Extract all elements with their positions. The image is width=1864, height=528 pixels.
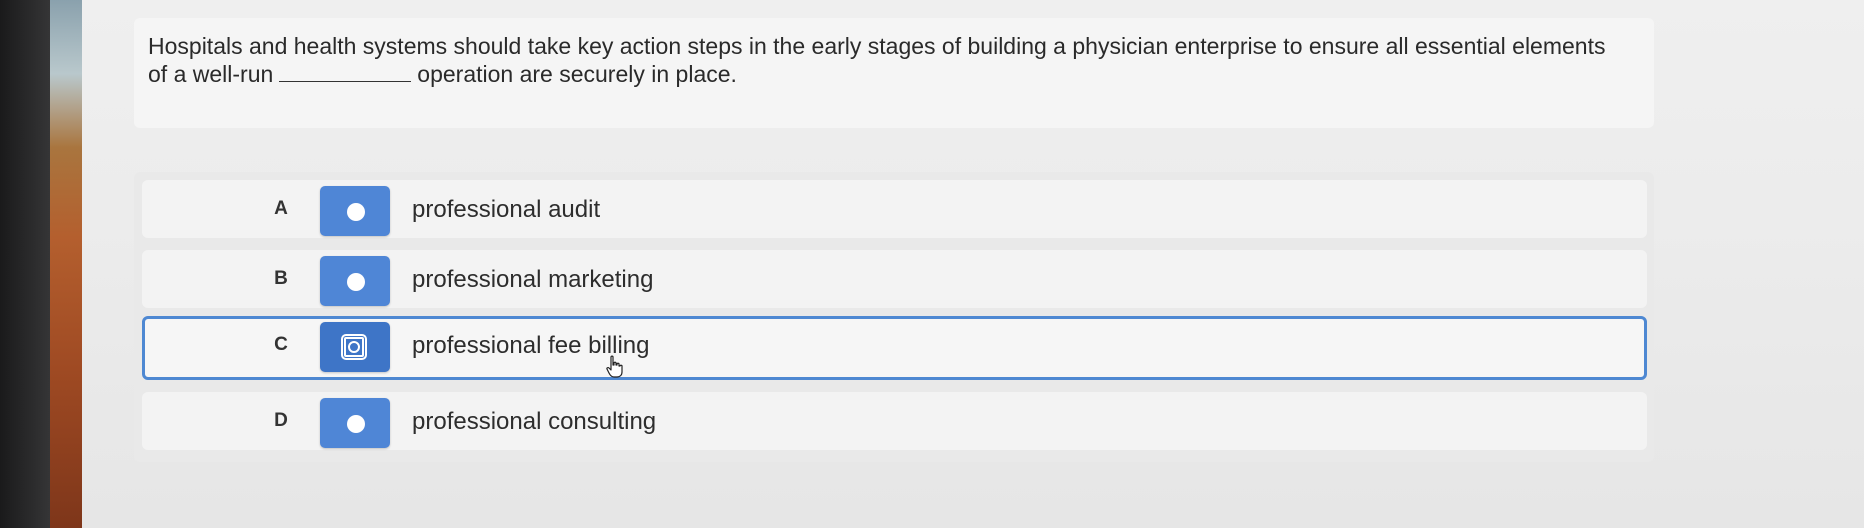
radio-dot-icon: [347, 415, 365, 433]
option-letter: A: [274, 198, 288, 219]
option-radio-button[interactable]: [320, 186, 390, 236]
option-letter: D: [274, 410, 288, 431]
option-radio-button[interactable]: [320, 256, 390, 306]
question-text: Hospitals and health systems should take…: [148, 32, 1628, 88]
radio-dot-icon: [347, 273, 365, 291]
option-radio-button[interactable]: [320, 398, 390, 448]
option-letter: C: [274, 334, 288, 355]
option-letter: B: [274, 268, 288, 289]
option-label: professional marketing: [412, 266, 654, 293]
option-d[interactable]: D professional consulting: [142, 392, 1647, 450]
answer-blank: [279, 67, 412, 82]
radio-focus-icon: [341, 334, 367, 360]
option-b[interactable]: B professional marketing: [142, 250, 1647, 308]
option-a[interactable]: A professional audit: [142, 180, 1647, 238]
hand-pointer-icon: [606, 355, 623, 378]
option-label: professional audit: [412, 196, 601, 223]
question-text-after: operation are securely in place.: [417, 61, 737, 87]
option-radio-button[interactable]: [320, 322, 390, 372]
option-c[interactable]: C professional fee billing: [142, 316, 1647, 380]
background-strip: [50, 0, 84, 528]
option-label: professional consulting: [412, 408, 657, 435]
radio-dot-icon: [347, 203, 365, 221]
